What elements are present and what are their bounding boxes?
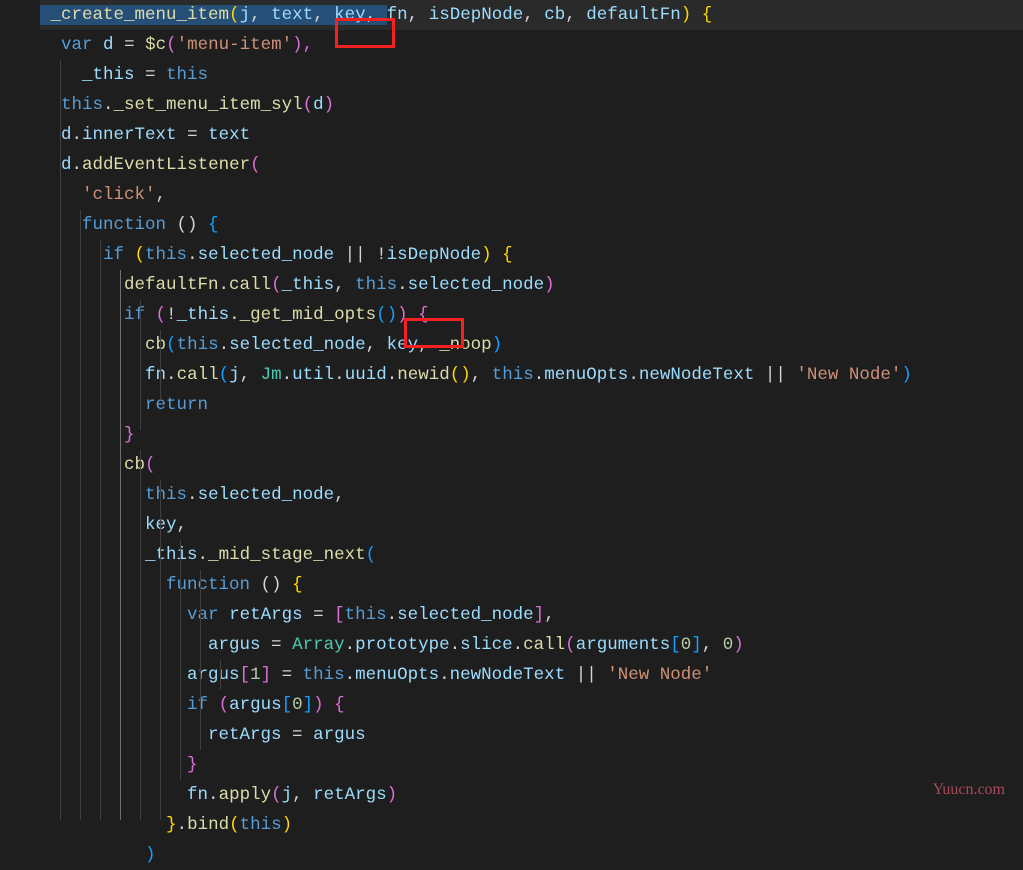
code-line[interactable]: return [40, 390, 1023, 420]
code-line[interactable]: defaultFn.call(_this, this.selected_node… [40, 270, 1023, 300]
code-line[interactable]: 'click', [40, 180, 1023, 210]
code-line[interactable]: var retArgs = [this.selected_node], [40, 600, 1023, 630]
code-line[interactable]: fn.apply(j, retArgs) [40, 780, 1023, 810]
watermark-text: Yuucn.com [933, 775, 1005, 805]
code-line[interactable]: cb(this.selected_node, key, _noop) [40, 330, 1023, 360]
code-line[interactable]: retArgs = argus [40, 720, 1023, 750]
code-line[interactable]: } [40, 420, 1023, 450]
code-line[interactable]: ) [40, 840, 1023, 870]
code-line[interactable]: if (!_this._get_mid_opts()) { [40, 300, 1023, 330]
code-line[interactable]: _this = this [40, 60, 1023, 90]
code-line[interactable]: function () { [40, 210, 1023, 240]
code-line[interactable]: fn.call(j, Jm.util.uuid.newid(), this.me… [40, 360, 1023, 390]
code-line[interactable]: d.innerText = text [40, 120, 1023, 150]
code-line[interactable]: function () { [40, 570, 1023, 600]
code-line[interactable]: this._set_menu_item_syl(d) [40, 90, 1023, 120]
code-line[interactable]: cb( [40, 450, 1023, 480]
code-line[interactable]: _this._mid_stage_next( [40, 540, 1023, 570]
code-editor[interactable]: _create_menu_item(j, text, key, fn, isDe… [0, 0, 1023, 870]
code-line[interactable]: argus[1] = this.menuOpts.newNodeText || … [40, 660, 1023, 690]
code-line[interactable]: var d = $c('menu-item'), [40, 30, 1023, 60]
code-line[interactable]: }.bind(this) [40, 810, 1023, 840]
code-line[interactable]: } [40, 750, 1023, 780]
code-line[interactable]: d.addEventListener( [40, 150, 1023, 180]
code-line[interactable]: argus = Array.prototype.slice.call(argum… [40, 630, 1023, 660]
code-line[interactable]: key, [40, 510, 1023, 540]
code-line[interactable]: if (this.selected_node || !isDepNode) { [40, 240, 1023, 270]
code-line[interactable]: this.selected_node, [40, 480, 1023, 510]
code-line[interactable]: _create_menu_item(j, text, key, fn, isDe… [40, 0, 1023, 30]
code-line[interactable]: if (argus[0]) { [40, 690, 1023, 720]
